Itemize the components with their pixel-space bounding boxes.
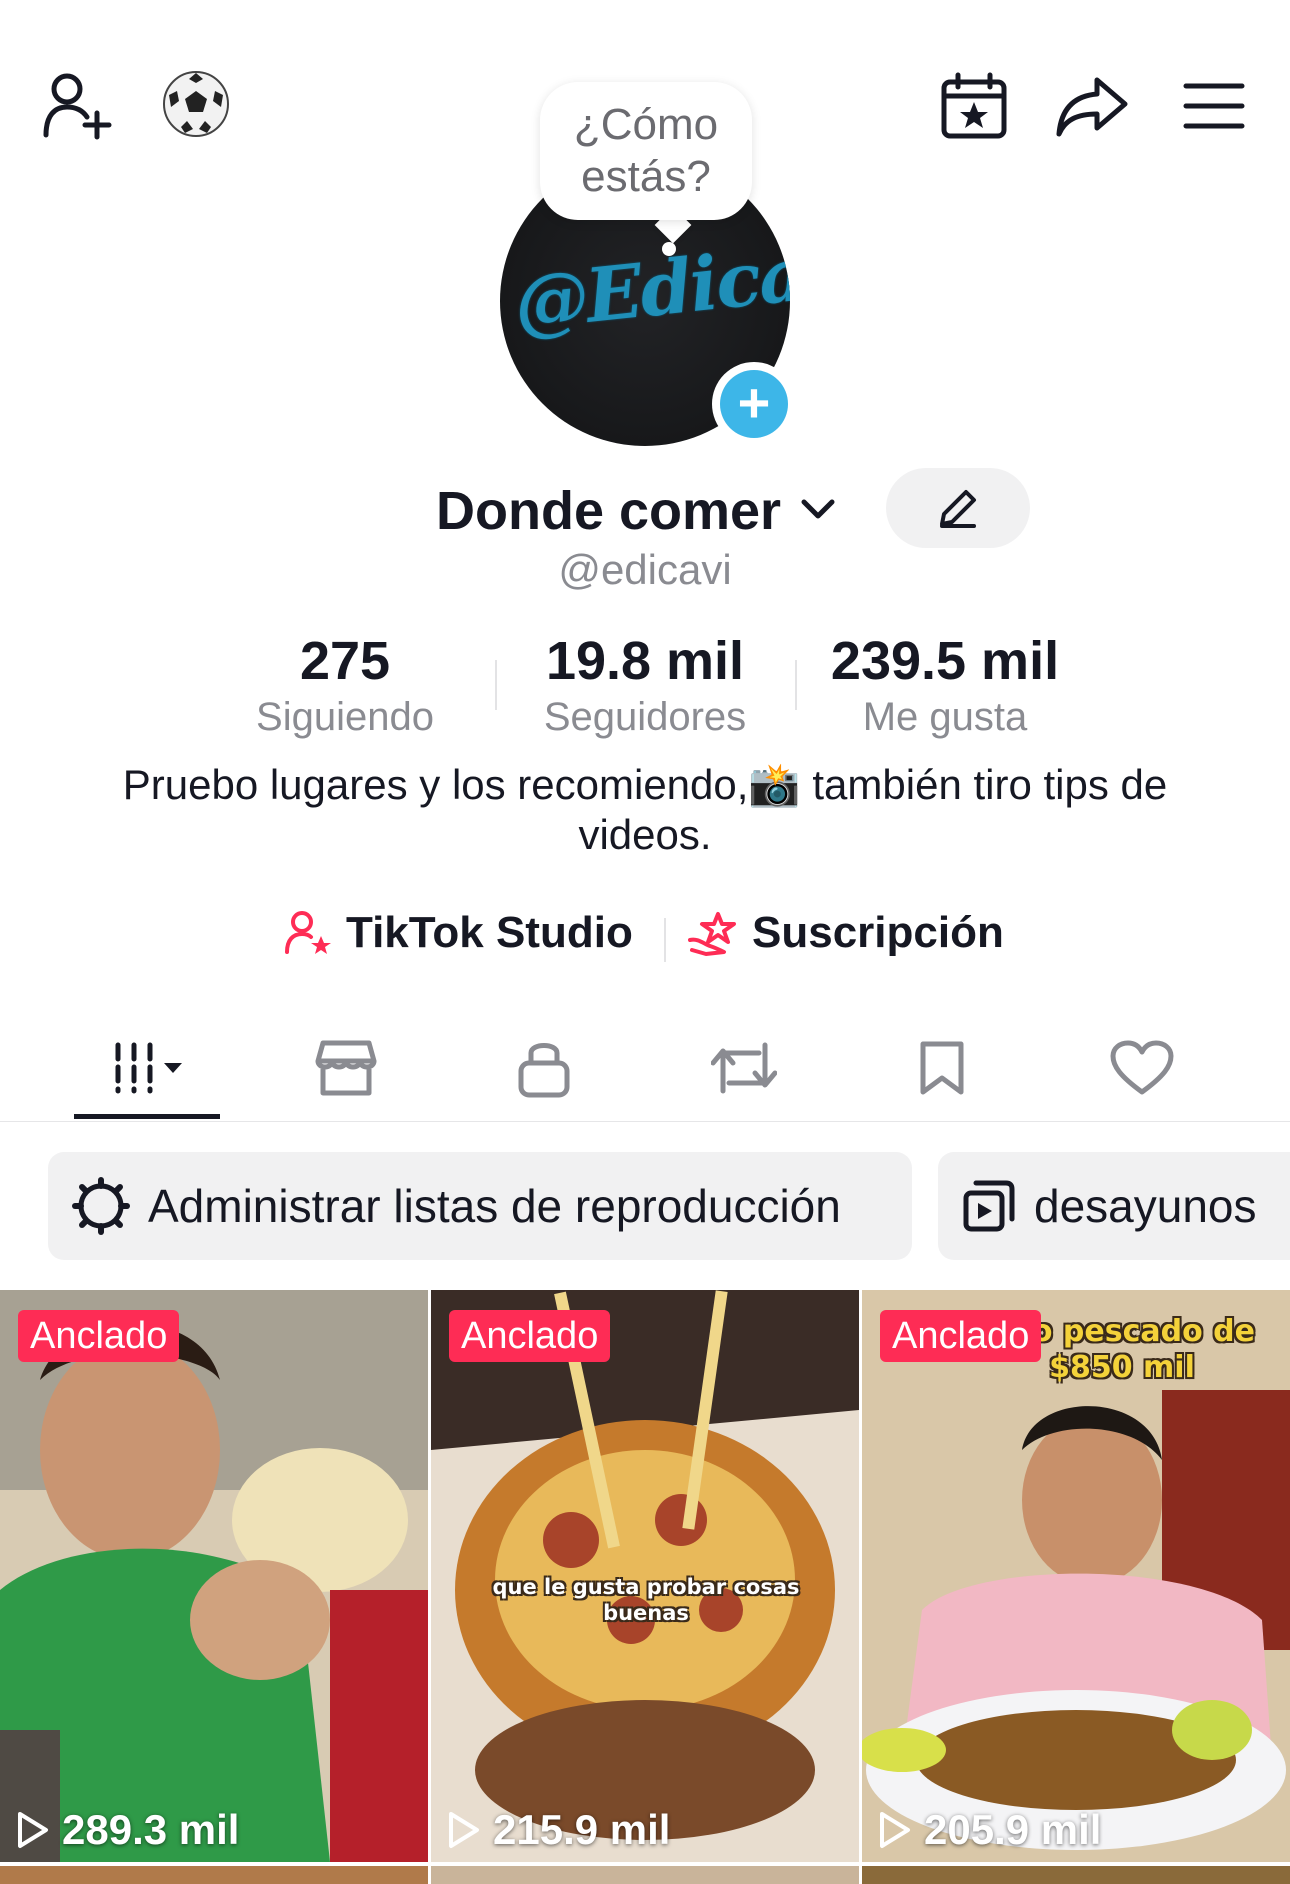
tab-liked[interactable]	[1082, 1014, 1202, 1122]
star-hand-icon	[688, 912, 736, 956]
video-tile[interactable]: ndo pescado de $850 mil Anclado 205.9 mi…	[862, 1290, 1290, 1862]
tiktok-studio-link[interactable]: TikTok Studio	[284, 908, 633, 958]
videos-grid-icon	[115, 1042, 182, 1094]
view-count-value: 289.3 mil	[62, 1806, 240, 1853]
gear-icon	[72, 1177, 130, 1235]
stat-following-label: Siguiendo	[256, 695, 434, 739]
avatar-logo-text: @Edicavi	[510, 224, 790, 348]
playlist-desayunos-label: desayunos	[1034, 1180, 1257, 1232]
playlist-row: Administrar listas de reproducción desay…	[0, 1152, 1290, 1260]
bookmark-icon	[920, 1041, 964, 1095]
display-name[interactable]: Donde comer	[436, 476, 781, 546]
video-caption: que le gusta probar cosas buenas	[492, 1575, 800, 1625]
add-story-button[interactable]: +	[712, 362, 796, 446]
video-grid: Anclado 289.3 mil que le gusta probar co…	[0, 1290, 1290, 1884]
bio: Pruebo lugares y los recomiendo,📸 tambié…	[122, 761, 1168, 858]
view-count: 205.9 mil	[878, 1806, 1101, 1854]
video-tile[interactable]: Anclado 289.3 mil	[0, 1290, 428, 1862]
manage-playlists-label: Administrar listas de reproducción	[148, 1180, 841, 1232]
lock-icon	[518, 1043, 570, 1098]
tab-videos[interactable]	[88, 1014, 208, 1122]
view-count: 215.9 mil	[447, 1806, 670, 1854]
stat-likes[interactable]: 239.5 mil Me gusta	[815, 630, 1075, 742]
stat-following[interactable]: 275 Siguiendo	[215, 630, 475, 742]
share-icon[interactable]	[1052, 66, 1132, 146]
subscription-link[interactable]: Suscripción	[688, 908, 1004, 958]
repost-icon	[711, 1042, 777, 1094]
link-divider	[664, 918, 666, 962]
bubble-dot	[662, 242, 676, 256]
active-tab-indicator	[74, 1114, 220, 1119]
tab-shop[interactable]	[286, 1014, 406, 1122]
view-count: 289.3 mil	[16, 1806, 239, 1854]
view-count-value: 205.9 mil	[924, 1806, 1102, 1853]
name-row: Donde comer	[0, 476, 1290, 548]
plus-icon: +	[720, 370, 788, 438]
video-thumbnail	[0, 1290, 428, 1862]
username: @edicavi	[558, 546, 732, 593]
play-icon	[880, 1812, 910, 1848]
stats-row: 275 Siguiendo 19.8 mil Seguidores 239.5 …	[0, 630, 1290, 740]
add-friend-icon[interactable]	[38, 66, 118, 146]
shop-icon	[315, 1040, 377, 1096]
soccer-ball-icon[interactable]	[158, 66, 234, 142]
tiktok-studio-label: TikTok Studio	[346, 908, 633, 957]
pinned-badge: Anclado	[880, 1310, 1042, 1362]
stat-divider	[795, 660, 797, 710]
pinned-badge: Anclado	[449, 1310, 611, 1362]
manage-playlists-button[interactable]: Administrar listas de reproducción	[48, 1152, 912, 1260]
stat-likes-value: 239.5 mil	[830, 631, 1060, 691]
person-star-icon	[285, 911, 331, 954]
edit-profile-button[interactable]	[886, 468, 1030, 548]
stat-followers[interactable]: 19.8 mil Seguidores	[515, 630, 775, 742]
subscription-label: Suscripción	[752, 908, 1004, 957]
tab-private[interactable]	[484, 1014, 604, 1122]
content-tabs	[0, 1014, 1290, 1122]
calendar-star-icon[interactable]	[934, 66, 1014, 146]
stat-divider	[495, 660, 497, 710]
video-tile-partial[interactable]	[431, 1866, 859, 1884]
tab-favorites[interactable]	[882, 1014, 1002, 1122]
stat-likes-label: Me gusta	[862, 695, 1028, 739]
video-tile-partial[interactable]	[0, 1866, 428, 1884]
stat-following-value: 275	[299, 631, 391, 691]
menu-icon[interactable]	[1174, 66, 1254, 146]
pencil-icon	[940, 490, 976, 528]
playlist-icon	[963, 1180, 1015, 1232]
profile-links: TikTok Studio Suscripción	[0, 908, 1290, 968]
heart-icon	[1110, 1040, 1174, 1095]
video-tile-partial[interactable]	[862, 1866, 1290, 1884]
stat-followers-label: Seguidores	[543, 695, 747, 739]
tab-reposts[interactable]	[684, 1014, 804, 1122]
status-bubble[interactable]: ¿Cómo estás?	[540, 82, 752, 220]
video-tile[interactable]: que le gusta probar cosas buenas Anclado…	[431, 1290, 859, 1862]
chevron-down-icon[interactable]	[800, 498, 836, 527]
play-icon	[449, 1812, 479, 1848]
playlist-desayunos[interactable]: desayunos	[938, 1152, 1290, 1260]
stat-followers-value: 19.8 mil	[545, 631, 745, 691]
play-icon	[18, 1812, 48, 1848]
view-count-value: 215.9 mil	[493, 1806, 671, 1853]
pinned-badge: Anclado	[18, 1310, 180, 1362]
